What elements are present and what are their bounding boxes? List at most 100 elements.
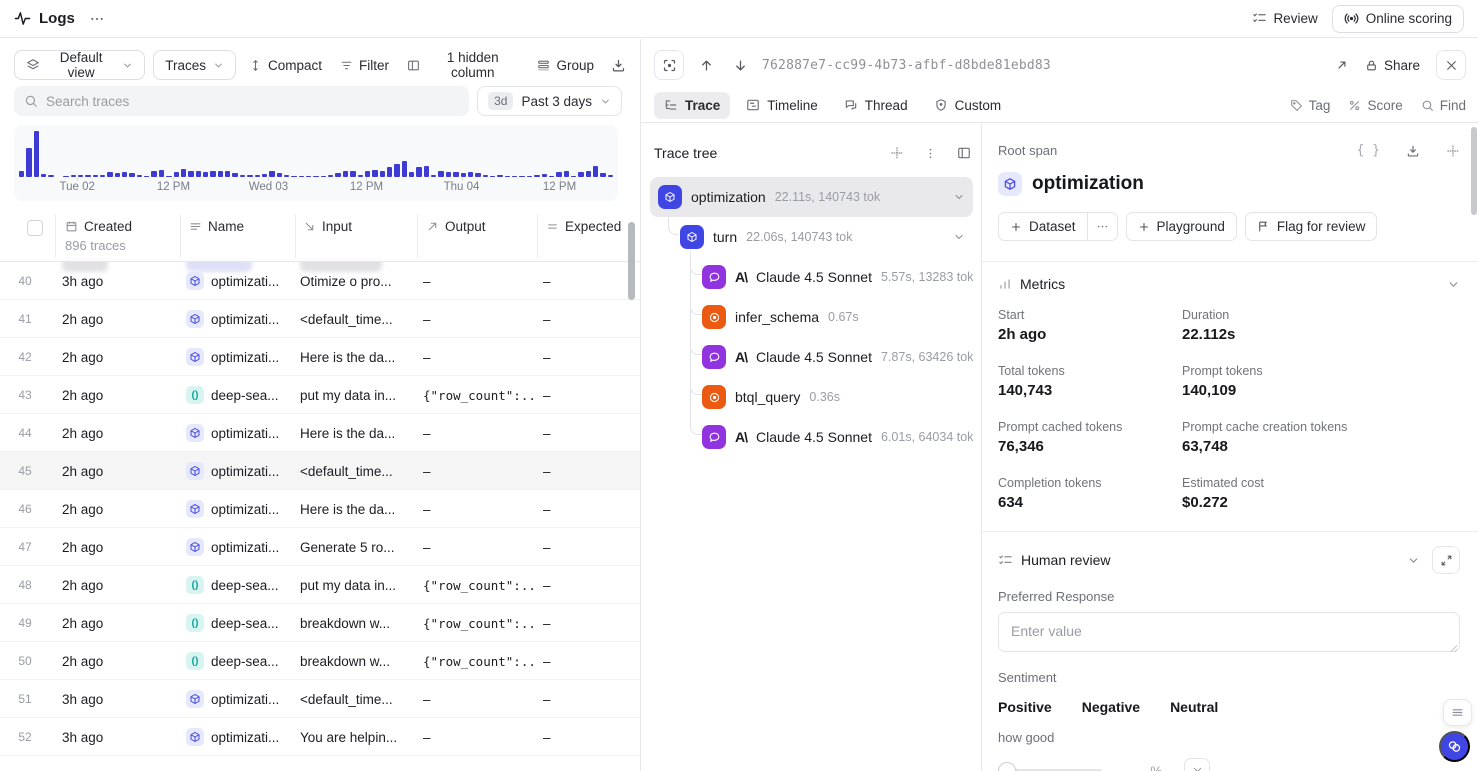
open-in-playground-button[interactable]: Playground — [1126, 212, 1237, 241]
chevron-down-icon[interactable] — [1447, 278, 1460, 291]
floating-menu-button[interactable] — [1443, 699, 1472, 726]
focus-span-button[interactable] — [654, 50, 684, 80]
row-input: breakdown w... — [300, 642, 416, 680]
tab-trace[interactable]: Trace — [654, 92, 730, 119]
filter-button[interactable]: Filter — [335, 58, 394, 73]
sentiment-label: Sentiment — [998, 670, 1460, 685]
download-span-button[interactable] — [1406, 144, 1420, 158]
score-button[interactable]: Score — [1348, 98, 1402, 113]
trace-tree-item[interactable]: A\ Claude 4.5 Sonnet 7.87s, 63426 tok — [650, 337, 973, 377]
preferred-response-input[interactable] — [998, 612, 1460, 652]
dataset-more-button[interactable] — [1088, 212, 1118, 241]
find-button[interactable]: Find — [1421, 98, 1466, 113]
view-selector[interactable]: Default view — [14, 50, 145, 80]
chevron-down-icon[interactable] — [1407, 554, 1420, 567]
sentiment-option-neutral[interactable]: Neutral — [1170, 699, 1218, 715]
column-header-name[interactable]: Name — [189, 219, 244, 234]
hidden-columns-button[interactable]: 1 hidden column — [402, 50, 524, 80]
histogram-bar — [519, 176, 524, 178]
trace-tree-item[interactable]: A\ Claude 4.5 Sonnet 5.57s, 13283 tok — [650, 257, 973, 297]
table-row[interactable]: 50 2h ago () deep-sea... breakdown w... … — [0, 642, 640, 680]
table-row[interactable]: 41 2h ago optimizati... <default_time...… — [0, 300, 640, 338]
chevron-down-icon[interactable] — [953, 231, 965, 243]
table-row[interactable]: 47 2h ago optimizati... Generate 5 ro...… — [0, 528, 640, 566]
tab-thread[interactable]: Thread — [834, 92, 918, 119]
histogram-bar — [181, 169, 186, 177]
slider-thumb[interactable] — [998, 762, 1016, 771]
sentiment-option-negative[interactable]: Negative — [1082, 699, 1140, 715]
metrics-section-header[interactable]: Metrics — [998, 276, 1460, 292]
traces-selector[interactable]: Traces — [153, 50, 236, 80]
expand-collapse-all-icon[interactable] — [890, 146, 904, 160]
share-button[interactable]: Share — [1365, 58, 1420, 73]
table-row[interactable]: 52 3h ago optimizati... You are helpin..… — [0, 718, 640, 756]
histogram-bar — [512, 176, 517, 178]
compact-toggle[interactable]: Compact — [244, 58, 327, 73]
table-row[interactable]: 42 2h ago optimizati... Here is the da..… — [0, 338, 640, 376]
review-button[interactable]: Review — [1252, 11, 1317, 26]
expand-review-button[interactable] — [1432, 546, 1460, 574]
clear-score-button[interactable] — [1184, 758, 1210, 771]
row-created: 2h ago — [62, 300, 178, 338]
table-row[interactable]: 44 2h ago optimizati... Here is the da..… — [0, 414, 640, 452]
row-created: 2h ago — [62, 376, 178, 414]
select-all-checkbox[interactable] — [27, 220, 43, 236]
chevron-down-icon — [213, 60, 224, 71]
trace-tree-item[interactable]: A\ infer_schema 0.67s — [650, 297, 973, 337]
tab-timeline[interactable]: Timeline — [736, 92, 828, 119]
assistant-logo-button[interactable] — [1439, 731, 1470, 762]
tab-custom[interactable]: Custom — [924, 92, 1012, 119]
table-row[interactable]: 51 3h ago optimizati... <default_time...… — [0, 680, 640, 718]
search-input[interactable] — [46, 94, 459, 109]
group-button[interactable]: Group — [532, 58, 599, 73]
next-trace-button[interactable] — [728, 53, 752, 77]
page-menu-button[interactable] — [89, 11, 105, 27]
row-name: () deep-sea... — [186, 376, 294, 414]
table-row[interactable]: 49 2h ago () deep-sea... breakdown w... … — [0, 604, 640, 642]
histogram-bar — [505, 176, 510, 178]
table-row[interactable]: 46 2h ago optimizati... Here is the da..… — [0, 490, 640, 528]
close-panel-button[interactable] — [1436, 50, 1466, 80]
tag-icon — [1290, 99, 1303, 112]
view-json-button[interactable]: { } — [1357, 143, 1380, 158]
export-download-button[interactable] — [611, 58, 626, 73]
date-range-selector[interactable]: 3d Past 3 days — [477, 86, 622, 116]
column-header-input[interactable]: Input — [303, 219, 352, 234]
detail-scrollbar[interactable] — [1471, 127, 1477, 215]
trace-tree-item[interactable]: A\ Claude 4.5 Sonnet 6.01s, 64034 tok — [650, 417, 973, 457]
column-header-expected[interactable]: Expected — [546, 219, 621, 234]
chevron-down-icon — [600, 96, 611, 107]
trace-tree-item[interactable]: A\ turn 22.06s, 140743 tok — [650, 217, 973, 257]
column-header-output[interactable]: Output — [426, 219, 486, 234]
row-input: put my data in... — [300, 376, 416, 414]
trace-tree-item[interactable]: A\ btql_query 0.36s — [650, 377, 973, 417]
open-fullscreen-icon[interactable] — [1335, 58, 1349, 72]
flag-for-review-button[interactable]: Flag for review — [1245, 212, 1378, 241]
column-header-created[interactable]: Created — [65, 219, 132, 234]
tag-button[interactable]: Tag — [1290, 98, 1331, 113]
human-review-section-header[interactable]: Human review — [998, 546, 1460, 574]
tree-options-icon[interactable] — [924, 147, 937, 160]
checklist-icon — [1252, 11, 1267, 26]
row-created: 2h ago — [62, 604, 178, 642]
trace-volume-histogram[interactable]: Tue 0212 PMWed 0312 PMThu 0412 PM — [14, 125, 618, 201]
arrow-up-right-icon — [426, 220, 439, 233]
sentiment-option-positive[interactable]: Positive — [998, 699, 1052, 715]
search-traces-box[interactable] — [14, 86, 469, 116]
add-to-dataset-button[interactable]: Dataset — [998, 212, 1088, 241]
previous-trace-button[interactable] — [694, 53, 718, 77]
chevron-down-icon[interactable] — [953, 191, 965, 203]
metric-value: $0.272 — [1182, 494, 1460, 511]
online-scoring-button[interactable]: Online scoring — [1332, 5, 1464, 33]
reorder-sections-button[interactable] — [1446, 144, 1460, 158]
table-row[interactable]: 45 2h ago optimizati... <default_time...… — [0, 452, 640, 490]
table-row[interactable]: 48 2h ago () deep-sea... put my data in.… — [0, 566, 640, 604]
table-scrollbar[interactable] — [628, 222, 635, 300]
collapse-sidebar-icon[interactable] — [957, 146, 971, 160]
row-created: 2h ago — [62, 490, 178, 528]
metric-label: Estimated cost — [1182, 476, 1460, 490]
table-row[interactable]: 43 2h ago () deep-sea... put my data in.… — [0, 376, 640, 414]
table-row[interactable]: 40 3h ago optimizati... Otimize o pro...… — [0, 262, 640, 300]
span-type-icon — [702, 385, 726, 409]
trace-tree-item[interactable]: A\ optimization 22.11s, 140743 tok — [650, 177, 973, 217]
